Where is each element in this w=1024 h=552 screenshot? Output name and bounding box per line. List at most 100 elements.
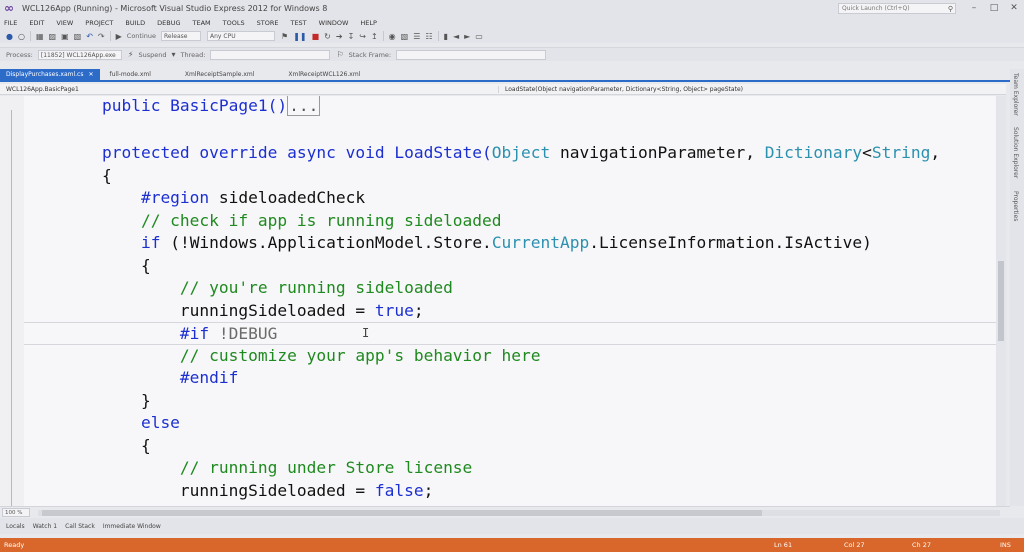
menu-edit[interactable]: EDIT — [29, 19, 44, 27]
code-line[interactable]: protected override async void LoadState(… — [24, 142, 1004, 165]
back-icon[interactable]: ● — [6, 32, 13, 41]
save-icon[interactable]: ▣ — [61, 32, 69, 41]
minimize-button[interactable]: – — [964, 3, 984, 13]
char-number: Ch 27 — [912, 541, 931, 549]
horizontal-scrollbar[interactable] — [38, 509, 1000, 516]
code-line[interactable]: public BasicPage1()... — [24, 96, 1004, 118]
tab-locals[interactable]: Locals — [2, 523, 29, 530]
collapsed-region-box[interactable]: ... — [287, 96, 321, 116]
vertical-scrollbar[interactable] — [996, 96, 1006, 506]
tab-xmlreceiptsample[interactable]: XmlReceiptSample.xml — [179, 69, 261, 80]
step-over-icon[interactable]: ↪ — [359, 32, 366, 41]
code-line[interactable]: { — [24, 165, 1004, 188]
code-line[interactable]: runningSideloaded = true; — [24, 300, 1004, 323]
stop-debugging-icon[interactable]: ■ — [312, 32, 320, 41]
code-editor[interactable]: public BasicPage1()... protected overrid… — [0, 96, 1006, 506]
next-bookmark-icon[interactable]: ► — [464, 32, 470, 41]
code-line[interactable]: // check if app is running sideloaded — [24, 210, 1004, 233]
breakpoint-icon[interactable]: ◉ — [389, 32, 396, 41]
editor-bottom-bar: 100 % — [0, 506, 1010, 518]
continue-icon[interactable]: ▶ — [116, 32, 122, 41]
uncomment-icon[interactable]: ☷ — [425, 32, 432, 41]
tab-immediate-window[interactable]: Immediate Window — [99, 523, 165, 530]
menu-window[interactable]: WINDOW — [319, 19, 349, 27]
undo-icon[interactable]: ↶ — [86, 32, 93, 41]
properties-tab[interactable]: Properties — [1012, 191, 1019, 221]
break-all-icon[interactable]: ❚❚ — [293, 32, 306, 41]
outline-guide — [11, 110, 12, 506]
show-next-statement-icon[interactable]: ➔ — [336, 32, 343, 41]
step-into-icon[interactable]: ↧ — [348, 32, 355, 41]
tab-watch-1[interactable]: Watch 1 — [29, 523, 61, 530]
code-line[interactable]: #region sideloadedCheck — [24, 187, 1004, 210]
menu-test[interactable]: TEST — [290, 19, 306, 27]
menu-tools[interactable]: TOOLS — [223, 19, 245, 27]
flag-icon[interactable]: ⚐ — [336, 50, 343, 59]
step-out-icon[interactable]: ↥ — [371, 32, 378, 41]
clear-bookmarks-icon[interactable]: ▭ — [475, 32, 483, 41]
platform-select[interactable]: Any CPU — [207, 31, 276, 41]
close-button[interactable]: ✕ — [1004, 3, 1024, 13]
code-line[interactable]: // customize your app's behavior here — [24, 345, 1004, 368]
search-icon: ⚲ — [947, 4, 953, 13]
member-dropdown[interactable]: LoadState(Object navigationParameter, Di… — [498, 85, 1006, 93]
stack-frame-select[interactable] — [396, 49, 547, 60]
comment-icon[interactable]: ☰ — [413, 32, 420, 41]
code-line[interactable]: } — [24, 390, 1004, 413]
code-line[interactable]: // running under Store license — [24, 457, 1004, 480]
restart-icon[interactable]: ↻ — [324, 32, 331, 41]
dropdown-arrow-icon[interactable]: ▾ — [172, 50, 176, 59]
window-title: WCL126App (Running) - Microsoft Visual S… — [22, 3, 328, 13]
menu-project[interactable]: PROJECT — [85, 19, 113, 27]
menu-team[interactable]: TEAM — [193, 19, 211, 27]
type-dropdown[interactable]: WCL126App.BasicPage1 — [0, 86, 498, 93]
horizontal-scroll-thumb[interactable] — [42, 509, 762, 516]
process-select[interactable]: [11852] WCL126App.exe — [37, 49, 122, 60]
navigation-bar: WCL126App.BasicPage1 LoadState(Object na… — [0, 84, 1006, 95]
menu-help[interactable]: HELP — [360, 19, 377, 27]
menu-debug[interactable]: DEBUG — [157, 19, 180, 27]
code-line[interactable]: if (!Windows.ApplicationModel.Store.Curr… — [24, 232, 1004, 255]
tab-full-mode[interactable]: full-mode.xml — [104, 69, 157, 80]
hex-display-icon[interactable]: ▧ — [401, 32, 409, 41]
open-file-icon[interactable]: ▨ — [49, 32, 57, 41]
menu-build[interactable]: BUILD — [125, 19, 145, 27]
code-line[interactable]: runningSideloaded = false; — [24, 480, 1004, 503]
code-line[interactable]: #endif — [24, 367, 1004, 390]
save-all-icon[interactable]: ▧ — [74, 32, 82, 41]
find-icon[interactable]: ⚑ — [281, 32, 288, 41]
solution-explorer-tab[interactable]: Solution Explorer — [1012, 127, 1019, 178]
new-project-icon[interactable]: ▦ — [36, 32, 44, 41]
menu-view[interactable]: VIEW — [56, 19, 73, 27]
current-code-line[interactable]: #if !DEBUG — [24, 322, 1004, 345]
menu-store[interactable]: STORE — [257, 19, 279, 27]
forward-icon[interactable]: ○ — [18, 32, 25, 41]
suspend-button[interactable]: Suspend — [138, 51, 166, 59]
status-text: Ready — [4, 541, 25, 549]
code-line[interactable]: else — [24, 412, 1004, 435]
visual-studio-window: ∞ WCL126App (Running) - Microsoft Visual… — [0, 0, 1024, 552]
thread-select[interactable] — [210, 49, 331, 60]
code-line[interactable]: { — [24, 435, 1004, 458]
configuration-select[interactable]: Release — [161, 31, 202, 41]
close-tab-icon[interactable]: ✕ — [88, 71, 93, 78]
prev-bookmark-icon[interactable]: ◄ — [453, 32, 459, 41]
menu-file[interactable]: FILE — [4, 19, 17, 27]
tab-displaypurchases[interactable]: DisplayPurchases.xaml.cs ✕ — [0, 69, 100, 80]
vertical-scroll-thumb[interactable] — [998, 261, 1004, 341]
bookmark-icon[interactable]: ▮ — [444, 32, 448, 41]
continue-button[interactable]: Continue — [127, 32, 156, 40]
menu-bar: FILE EDIT VIEW PROJECT BUILD DEBUG TEAM … — [0, 16, 1024, 29]
toolbar-separator — [437, 31, 439, 41]
code-line[interactable]: // you're running sideloaded — [24, 277, 1004, 300]
redo-icon[interactable]: ↷ — [98, 32, 105, 41]
thread-label: Thread: — [180, 50, 206, 59]
tab-xmlreceiptwcl126[interactable]: XmlReceiptWCL126.xml — [282, 69, 366, 80]
restore-button[interactable]: □ — [984, 3, 1004, 13]
zoom-select[interactable]: 100 % — [2, 508, 30, 517]
team-explorer-tab[interactable]: Team Explorer — [1012, 73, 1019, 116]
code-line[interactable]: { — [24, 255, 1004, 278]
tab-call-stack[interactable]: Call Stack — [61, 523, 99, 530]
lifecycle-events-icon[interactable]: ⚡ — [128, 50, 134, 59]
quick-launch-input[interactable]: Quick Launch (Ctrl+Q) ⚲ — [838, 2, 956, 14]
